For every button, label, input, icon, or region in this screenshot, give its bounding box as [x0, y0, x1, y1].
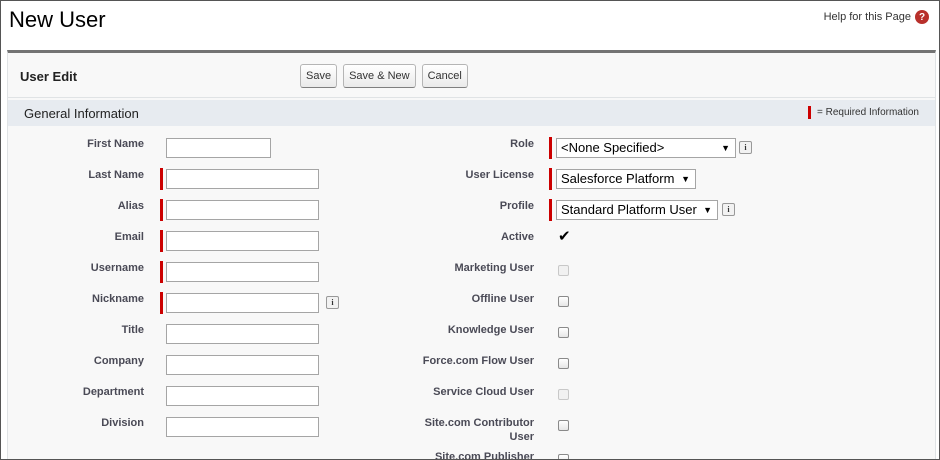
site-contributor-label-line2: User [509, 431, 534, 443]
username-input[interactable] [166, 262, 319, 282]
offline-user-label: Offline User [471, 293, 534, 305]
dropdown-arrow-icon: ▼ [721, 143, 730, 153]
first-name-label: First Name [87, 138, 144, 150]
last-name-input[interactable] [166, 169, 319, 189]
marketing-user-checkbox[interactable] [558, 265, 569, 276]
edit-header: User Edit Save Save & New Cancel [8, 53, 935, 98]
help-link-label[interactable]: Help for this Page [824, 11, 911, 23]
nickname-input[interactable] [166, 293, 319, 313]
service-cloud-user-checkbox[interactable] [558, 389, 569, 400]
email-label: Email [114, 231, 144, 243]
title-label: Title [121, 324, 144, 336]
division-label: Division [101, 417, 144, 429]
required-legend-text: = Required Information [816, 107, 919, 118]
flow-user-checkbox[interactable] [558, 358, 569, 369]
last-name-label: Last Name [88, 169, 144, 181]
role-select-value: <None Specified> [561, 140, 665, 155]
dropdown-arrow-icon: ▼ [703, 205, 712, 215]
info-icon[interactable]: i [326, 296, 339, 309]
alias-label: Alias [117, 200, 144, 212]
window: New User Help for this Page ? User Edit … [0, 0, 940, 460]
role-select[interactable]: <None Specified> ▼ [556, 138, 736, 158]
site-publisher-label: Site.com Publisher [434, 451, 534, 460]
checkmark-icon[interactable]: ✔ [558, 227, 571, 245]
user-license-select-value: Salesforce Platform [561, 171, 675, 186]
offline-user-checkbox[interactable] [558, 296, 569, 307]
site-contributor-label: Site.com Contributor User [394, 417, 534, 443]
cancel-button[interactable]: Cancel [421, 64, 468, 88]
required-indicator [549, 199, 552, 221]
info-icon[interactable]: i [739, 141, 752, 154]
profile-select-value: Standard Platform User [561, 202, 697, 217]
title-input[interactable] [166, 324, 319, 344]
required-indicator [160, 199, 163, 221]
profile-select[interactable]: Standard Platform User ▼ [556, 200, 718, 220]
nickname-label: Nickname [92, 293, 144, 305]
user-license-label: User License [465, 169, 534, 181]
required-indicator [160, 168, 163, 190]
edit-title: User Edit [20, 69, 78, 84]
required-legend: = Required Information [807, 106, 919, 119]
alias-input[interactable] [166, 200, 319, 220]
info-icon[interactable]: i [722, 203, 735, 216]
knowledge-user-checkbox[interactable] [558, 327, 569, 338]
help-link[interactable]: Help for this Page ? [824, 10, 929, 24]
required-indicator [160, 292, 163, 314]
division-input[interactable] [166, 417, 319, 437]
first-name-input[interactable] [166, 138, 271, 158]
help-circle-icon[interactable]: ? [915, 10, 929, 24]
email-input[interactable] [166, 231, 319, 251]
section-header: General Information = Required Informati… [8, 100, 935, 126]
required-indicator [160, 230, 163, 252]
marketing-user-label: Marketing User [454, 262, 534, 274]
department-label: Department [82, 386, 144, 398]
username-label: Username [90, 262, 144, 274]
site-contributor-checkbox[interactable] [558, 420, 569, 431]
button-bar: Save Save & New Cancel [300, 64, 468, 88]
company-label: Company [93, 355, 144, 367]
company-input[interactable] [166, 355, 319, 375]
required-indicator [160, 261, 163, 283]
active-label: Active [500, 231, 534, 243]
knowledge-user-label: Knowledge User [447, 324, 534, 336]
section-title: General Information [24, 106, 139, 121]
required-indicator [549, 168, 552, 190]
site-publisher-checkbox[interactable] [558, 454, 569, 459]
dropdown-arrow-icon: ▼ [681, 174, 690, 184]
user-edit-panel: User Edit Save Save & New Cancel General… [7, 50, 936, 460]
required-indicator [549, 137, 552, 159]
page-title: New User [9, 7, 106, 32]
required-marker-icon [807, 106, 811, 119]
flow-user-label: Force.com Flow User [422, 355, 534, 367]
service-cloud-user-label: Service Cloud User [433, 386, 534, 398]
user-license-select[interactable]: Salesforce Platform ▼ [556, 169, 696, 189]
profile-label: Profile [499, 200, 534, 212]
department-input[interactable] [166, 386, 319, 406]
save-and-new-button[interactable]: Save & New [343, 64, 416, 88]
save-button[interactable]: Save [300, 64, 338, 88]
site-contributor-label-line1: Site.com Contributor [424, 417, 534, 429]
role-label: Role [510, 138, 534, 150]
